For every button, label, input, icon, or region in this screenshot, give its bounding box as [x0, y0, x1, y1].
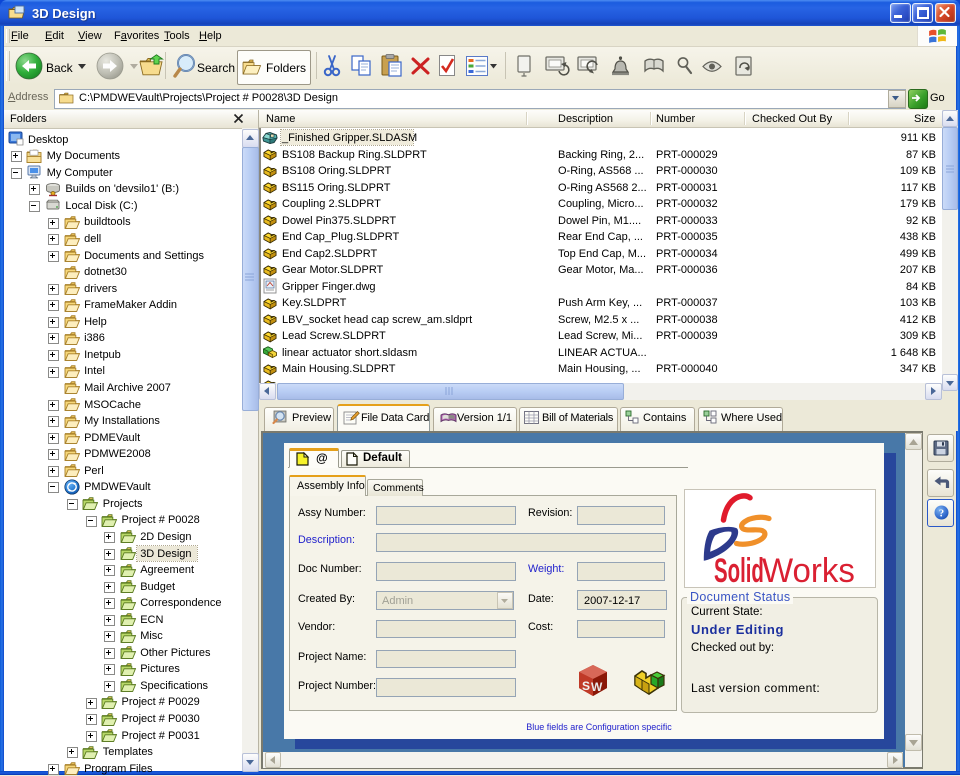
svg-text:W: W [591, 680, 603, 694]
svg-text:?: ? [939, 508, 944, 519]
svg-text:S: S [582, 679, 590, 693]
